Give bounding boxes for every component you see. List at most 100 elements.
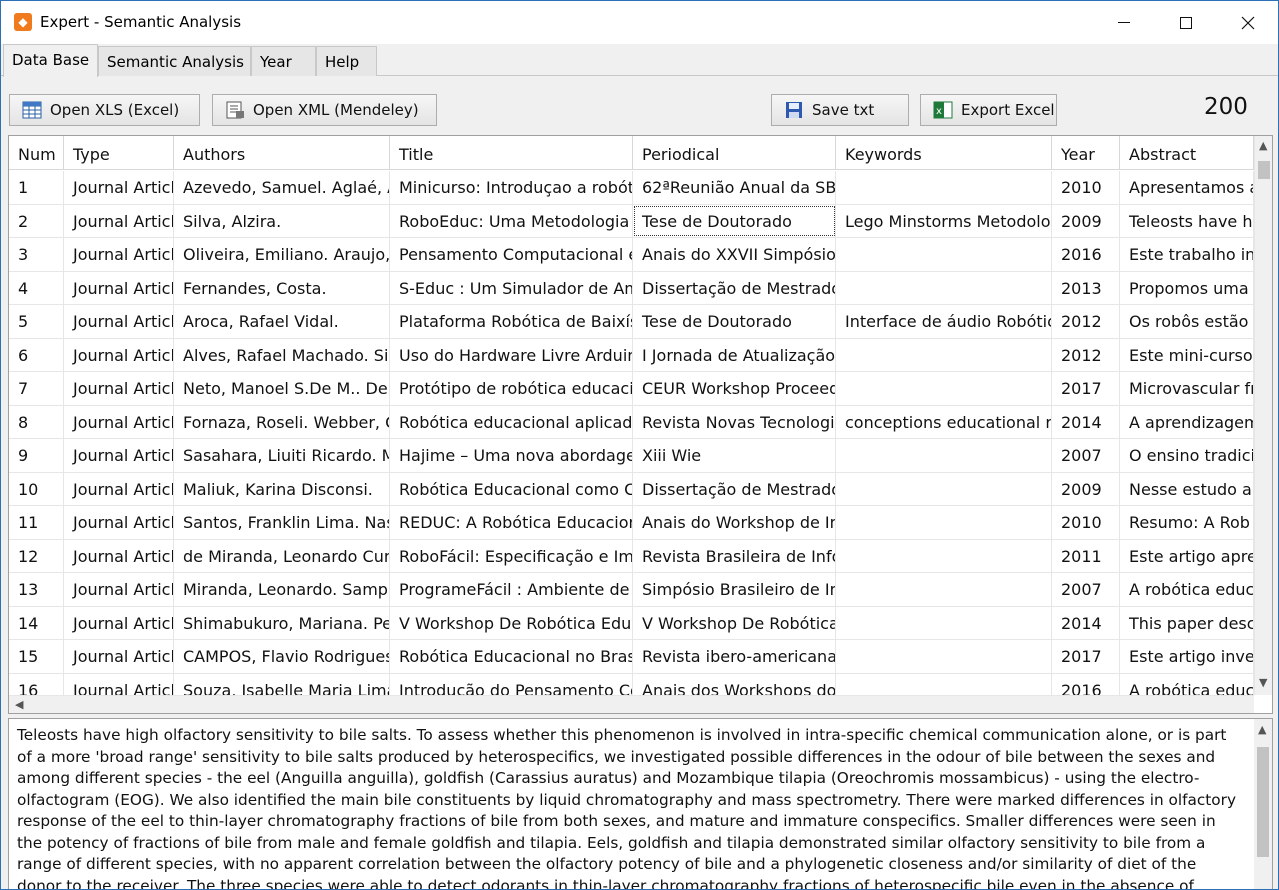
cell-year[interactable]: 2007 [1052, 573, 1120, 606]
scroll-down-icon[interactable]: ▼ [1259, 676, 1267, 689]
column-header-authors[interactable]: Authors [174, 136, 390, 170]
cell-keywords[interactable]: Lego Minstorms Metodolog [836, 204, 1052, 237]
cell-title[interactable]: ProgrameFácil : Ambiente de P [390, 573, 633, 606]
cell-num[interactable]: 9 [9, 439, 64, 472]
cell-periodical[interactable]: Revista Novas Tecnologia [633, 405, 836, 438]
cell-num[interactable]: 8 [9, 405, 64, 438]
table-row[interactable]: 13 Journal Articl Miranda, Leonardo. Sampa… [9, 573, 1254, 607]
cell-title[interactable]: RoboEduc: Uma Metodologia d [390, 204, 633, 237]
cell-num[interactable]: 10 [9, 472, 64, 505]
cell-authors[interactable]: Santos, Franklin Lima. Nasc [174, 506, 390, 539]
cell-keywords[interactable] [836, 539, 1052, 572]
cell-type[interactable]: Journal Articl [64, 305, 174, 338]
cell-authors[interactable]: Azevedo, Samuel. Aglaé, A [174, 171, 390, 204]
cell-type[interactable]: Journal Articl [64, 539, 174, 572]
cell-periodical[interactable]: 62ªReunião Anual da SBF [633, 171, 836, 204]
cell-keywords[interactable] [836, 338, 1052, 371]
column-header-periodical[interactable]: Periodical [633, 136, 836, 170]
cell-num[interactable]: 12 [9, 539, 64, 572]
cell-year[interactable]: 2011 [1052, 539, 1120, 572]
cell-abstract[interactable]: Este trabalho inv [1120, 238, 1254, 271]
table-row[interactable]: 14 Journal Articl Shimabukuro, Mariana. Pe… [9, 606, 1254, 640]
cell-authors[interactable]: Oliveira, Emiliano. Araujo, , [174, 238, 390, 271]
cell-num[interactable]: 4 [9, 271, 64, 304]
cell-num[interactable]: 2 [9, 204, 64, 237]
cell-authors[interactable]: Alves, Rafael Machado. Silv [174, 338, 390, 371]
table-row[interactable]: 8 Journal Articl Fornaza, Roseli. Webber, … [9, 405, 1254, 439]
cell-title[interactable]: Protótipo de robótica educacio [390, 372, 633, 405]
cell-keywords[interactable] [836, 606, 1052, 639]
cell-type[interactable]: Journal Articl [64, 439, 174, 472]
cell-year[interactable]: 2009 [1052, 204, 1120, 237]
cell-num[interactable]: 14 [9, 606, 64, 639]
cell-authors[interactable]: Silva, Alzira. [174, 204, 390, 237]
cell-keywords[interactable] [836, 271, 1052, 304]
cell-year[interactable]: 2010 [1052, 506, 1120, 539]
cell-keywords[interactable] [836, 506, 1052, 539]
cell-authors[interactable]: Aroca, Rafael Vidal. [174, 305, 390, 338]
cell-abstract[interactable]: Resumo: A Rob [1120, 506, 1254, 539]
cell-type[interactable]: Journal Articl [64, 238, 174, 271]
cell-year[interactable]: 2013 [1052, 271, 1120, 304]
open-xml-button[interactable]: Open XML (Mendeley) [212, 94, 437, 126]
cell-type[interactable]: Journal Articl [64, 506, 174, 539]
table-row[interactable]: 11 Journal Articl Santos, Franklin Lima. N… [9, 506, 1254, 540]
table-row[interactable]: 3 Journal Articl Oliveira, Emiliano. Arauj… [9, 238, 1254, 272]
close-button[interactable] [1217, 1, 1278, 44]
cell-keywords[interactable] [836, 573, 1052, 606]
cell-keywords[interactable] [836, 439, 1052, 472]
cell-title[interactable]: Hajime – Uma nova abordagem [390, 439, 633, 472]
cell-periodical[interactable]: I Jornada de Atualização [633, 338, 836, 371]
table-row[interactable]: 9 Journal Articl Sasahara, Liuiti Ricardo.… [9, 439, 1254, 473]
cell-title[interactable]: S-Educ : Um Simulador de Am [390, 271, 633, 304]
table-row[interactable]: 4 Journal Articl Fernandes, Costa. S-Educ :… [9, 271, 1254, 305]
tab-year[interactable]: Year [251, 46, 316, 76]
cell-authors[interactable]: Fornaza, Roseli. Webber, C [174, 405, 390, 438]
cell-num[interactable]: 6 [9, 338, 64, 371]
cell-year[interactable]: 2016 [1052, 238, 1120, 271]
cell-abstract[interactable]: A robótica educ [1120, 573, 1254, 606]
cell-type[interactable]: Journal Articl [64, 372, 174, 405]
export-excel-button[interactable]: x Export Excel [920, 94, 1057, 126]
cell-title[interactable]: Robótica Educacional como Ce [390, 472, 633, 505]
cell-year[interactable]: 2009 [1052, 472, 1120, 505]
cell-abstract[interactable]: Nesse estudo ap [1120, 472, 1254, 505]
table-row[interactable]: 2 Journal Articl Silva, Alzira. RoboEduc: U… [9, 204, 1254, 238]
cell-authors[interactable]: Sasahara, Liuiti Ricardo. M [174, 439, 390, 472]
abstract-scroll-up-icon[interactable]: ▲ [1258, 723, 1266, 736]
cell-title[interactable]: Robótica Educacional no Brasil [390, 640, 633, 673]
cell-type[interactable]: Journal Articl [64, 271, 174, 304]
cell-periodical[interactable]: Simpósio Brasileiro de Inf [633, 573, 836, 606]
cell-num[interactable]: 11 [9, 506, 64, 539]
abstract-scroll-thumb[interactable] [1257, 747, 1269, 857]
cell-periodical[interactable]: Revista ibero-americana d [633, 640, 836, 673]
cell-abstract[interactable]: A aprendizagem [1120, 405, 1254, 438]
cell-title[interactable]: Uso do Hardware Livre Arduino [390, 338, 633, 371]
column-header-abstract[interactable]: Abstract [1120, 136, 1254, 170]
cell-abstract[interactable]: Este artigo apre [1120, 539, 1254, 572]
cell-type[interactable]: Journal Articl [64, 472, 174, 505]
cell-keywords[interactable]: conceptions educational rol [836, 405, 1052, 438]
cell-keywords[interactable] [836, 472, 1052, 505]
column-header-num[interactable]: Num [9, 136, 64, 170]
cell-keywords[interactable] [836, 238, 1052, 271]
cell-periodical[interactable]: Anais do Workshop de In [633, 506, 836, 539]
cell-periodical[interactable]: CEUR Workshop Proceedi [633, 372, 836, 405]
abstract-scrollbar[interactable]: ▲ [1254, 719, 1272, 889]
cell-year[interactable]: 2010 [1052, 171, 1120, 204]
cell-abstract[interactable]: Os robôs estão [1120, 305, 1254, 338]
cell-keywords[interactable]: Interface de áudio Robótica [836, 305, 1052, 338]
cell-title[interactable]: Minicurso: Introduçao a robótic [390, 171, 633, 204]
cell-abstract[interactable]: O ensino tradicio [1120, 439, 1254, 472]
cell-periodical[interactable]: Tese de Doutorado [633, 204, 836, 237]
cell-num[interactable]: 13 [9, 573, 64, 606]
cell-num[interactable]: 7 [9, 372, 64, 405]
tab-help[interactable]: Help [316, 46, 377, 76]
cell-abstract[interactable]: Este mini-curso [1120, 338, 1254, 371]
scroll-up-icon[interactable]: ▲ [1259, 139, 1267, 152]
cell-keywords[interactable] [836, 640, 1052, 673]
cell-year[interactable]: 2014 [1052, 606, 1120, 639]
horizontal-scrollbar[interactable]: ◀ [9, 695, 1254, 713]
table-row[interactable]: 1 Journal Articl Azevedo, Samuel. Aglaé, A… [9, 171, 1254, 205]
cell-year[interactable]: 2017 [1052, 640, 1120, 673]
